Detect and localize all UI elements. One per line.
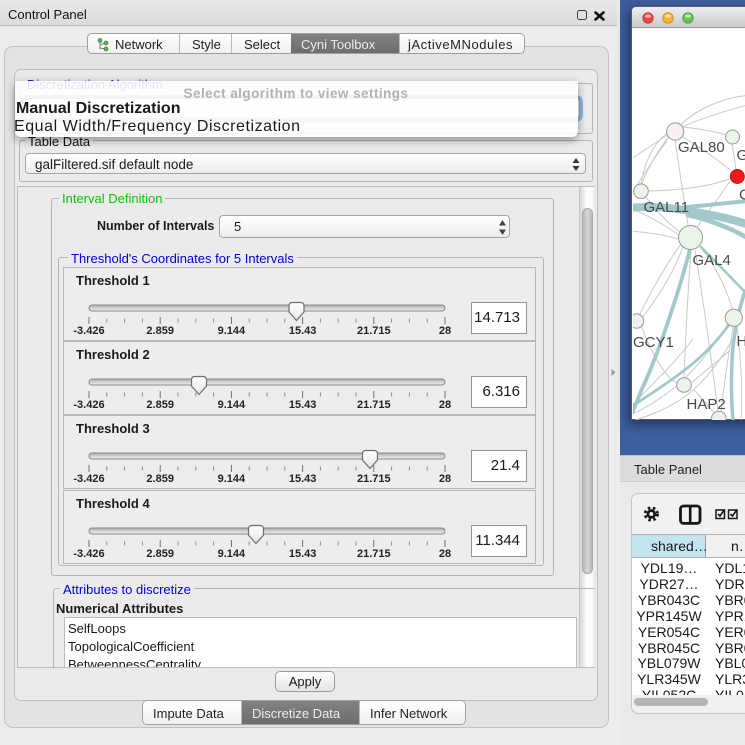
svg-text:GCY1: GCY1 [633,334,674,351]
svg-text:21.715: 21.715 [357,548,391,560]
svg-text:28: 28 [439,473,451,485]
svg-text:9.144: 9.144 [218,399,246,411]
svg-text:G…: G… [737,147,745,164]
svg-text:15.43: 15.43 [289,548,317,560]
svg-text:2.859: 2.859 [146,325,174,337]
svg-text:9.144: 9.144 [218,548,246,560]
svg-text:2.859: 2.859 [146,399,174,411]
svg-text:15.43: 15.43 [289,325,317,337]
svg-text:-3.426: -3.426 [73,548,104,560]
svg-text:9.144: 9.144 [218,473,246,485]
svg-text:-3.426: -3.426 [73,399,104,411]
svg-text:21.715: 21.715 [357,399,391,411]
svg-text:21.715: 21.715 [357,473,391,485]
svg-text:-3.426: -3.426 [73,473,104,485]
svg-text:15.43: 15.43 [289,399,317,411]
svg-text:GAL80: GAL80 [678,139,725,156]
svg-text:28: 28 [439,325,451,337]
svg-text:GAL11: GAL11 [644,199,690,216]
svg-text:2.859: 2.859 [146,548,174,560]
svg-text:21.715: 21.715 [357,325,391,337]
svg-text:28: 28 [439,399,451,411]
svg-text:H: H [737,333,745,350]
svg-text:-3.426: -3.426 [73,325,104,337]
svg-text:15.43: 15.43 [289,473,317,485]
svg-text:9.144: 9.144 [218,325,246,337]
svg-text:HAP2: HAP2 [687,396,726,413]
svg-text:28: 28 [439,548,451,560]
svg-text:GAL4: GAL4 [693,252,731,269]
svg-text:2.859: 2.859 [146,473,174,485]
svg-text:C: C [739,187,745,204]
